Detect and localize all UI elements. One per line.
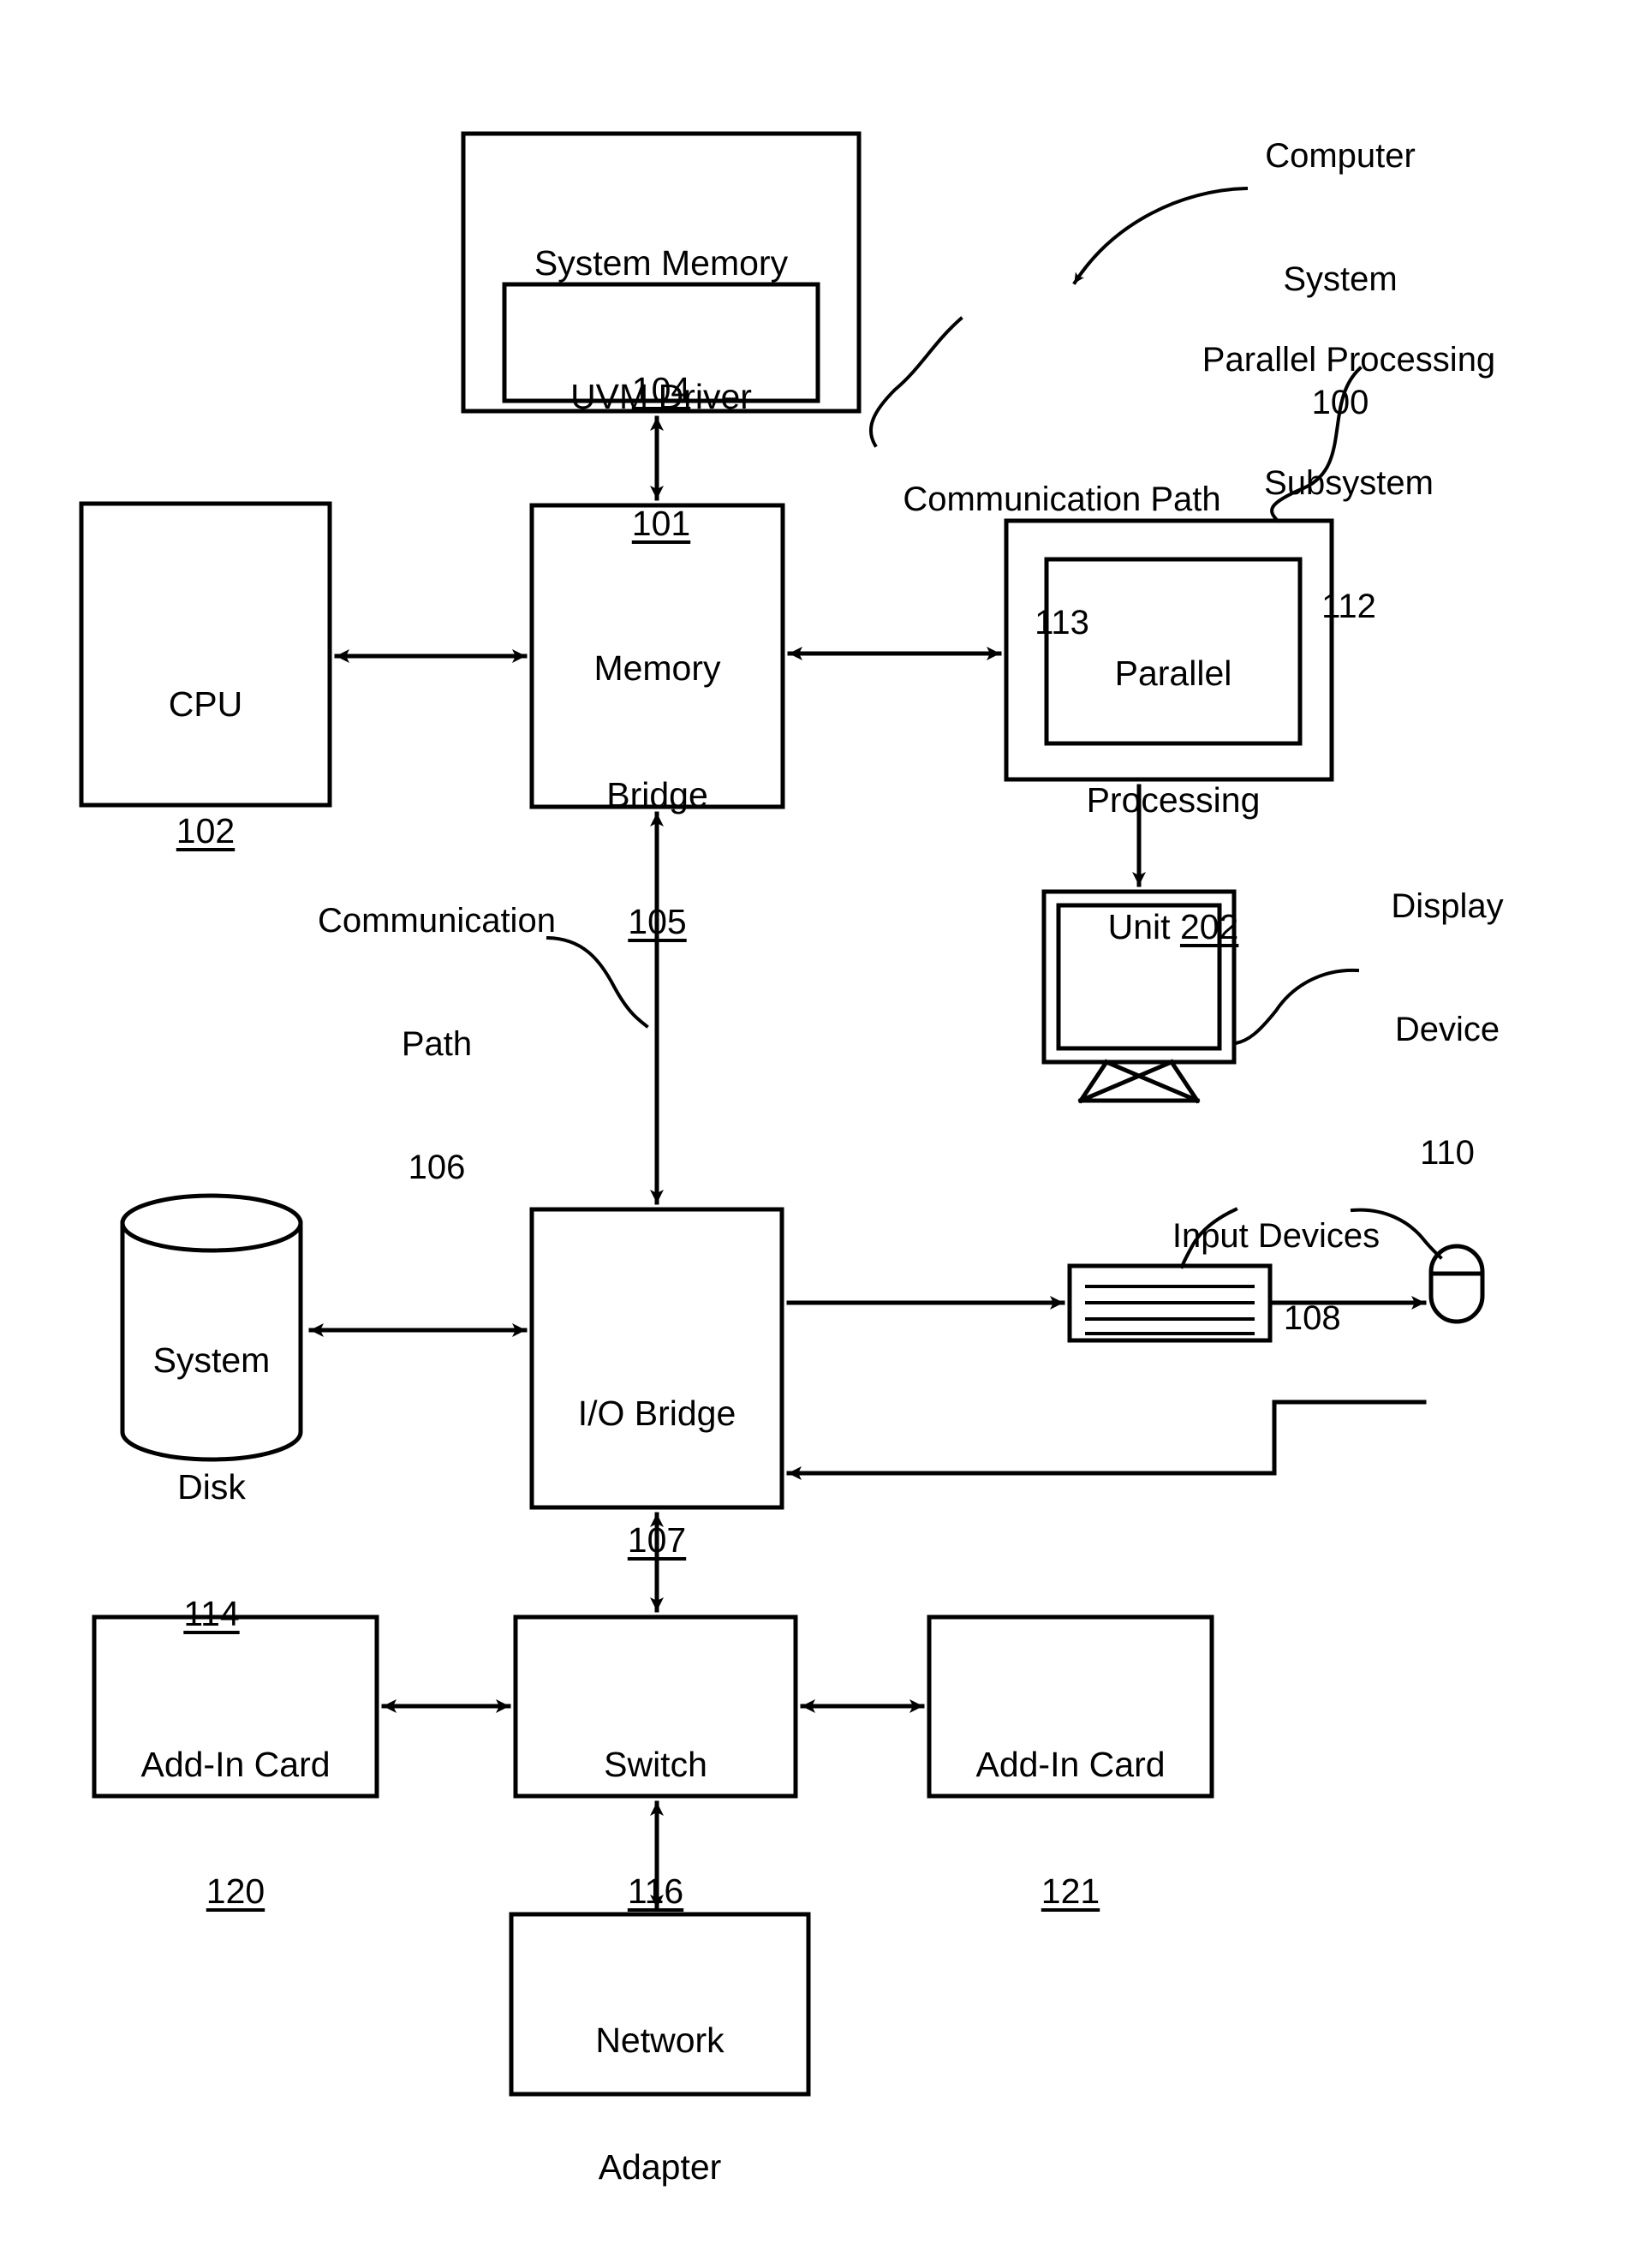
communication-path-113-callout: Communication Path 113 [856, 397, 1267, 725]
comm-path-113-ref: 113 [1035, 604, 1089, 642]
add-in-card-121-label: Add-In Card 121 [929, 1660, 1212, 1997]
add-in-card-121-ref: 121 [1041, 1871, 1100, 1911]
comm-path-113-line1: Communication Path [903, 480, 1221, 518]
system-memory-title: System Memory [534, 243, 789, 284]
comm-path-106-line1: Communication [318, 902, 556, 940]
network-adapter-title-line1: Network [595, 2020, 725, 2061]
arrow-mouse-to-io-bridge [786, 1400, 1427, 1480]
add-in-card-120-ref: 120 [206, 1871, 265, 1911]
add-in-card-120-label: Add-In Card 120 [94, 1660, 377, 1997]
io-bridge-label: I/O Bridge 107 [532, 1309, 782, 1646]
switch-title: Switch [604, 1745, 707, 1785]
patent-figure-page: System Memory 104 UVM Driver 101 CPU 102… [0, 0, 1628, 2268]
system-disk-label: System Disk 114 [122, 1256, 301, 1719]
input-devices-ref: 108 [1283, 1299, 1341, 1337]
system-disk-ref: 114 [183, 1593, 240, 1633]
io-bridge-title: I/O Bridge [577, 1394, 736, 1434]
cpu-title: CPU [168, 684, 243, 725]
ppu-title-line2: Processing [1086, 779, 1261, 820]
comm-path-106-ref: 106 [408, 1149, 466, 1186]
uvm-driver-ref: 101 [631, 503, 691, 543]
add-in-card-120-title: Add-In Card [140, 1745, 331, 1785]
system-disk-title-line2: Disk [177, 1466, 246, 1507]
figure-caption: FIG. 1 [514, 2150, 805, 2268]
system-disk-title-line1: System [152, 1340, 271, 1381]
memory-bridge-title-line1: Memory [593, 648, 721, 689]
system-disk-cylinder-top [120, 1193, 303, 1253]
comm-path-106-line2: Path [401, 1025, 473, 1063]
communication-path-106-callout: Communication Path 106 [283, 818, 591, 1270]
add-in-card-121-title: Add-In Card [975, 1745, 1166, 1785]
input-devices-callout: Input Devices 108 [1126, 1133, 1426, 1380]
ppu-unit-word: Unit [1107, 906, 1180, 946]
memory-bridge-title-line2: Bridge [606, 774, 708, 815]
pps-line1: Parallel Processing [1202, 341, 1496, 379]
switch-ref: 116 [627, 1871, 684, 1911]
io-bridge-ref: 107 [627, 1519, 687, 1560]
input-devices-line1: Input Devices [1172, 1217, 1381, 1255]
computer-system-line1: Computer [1265, 137, 1416, 175]
ppu-ref: 202 [1179, 906, 1239, 946]
display-monitor-stand [1077, 1059, 1201, 1104]
uvm-driver-title: UVM Driver [570, 377, 752, 417]
display-device-line1: Display [1391, 887, 1504, 925]
display-device-line2: Device [1394, 1011, 1500, 1048]
ppu-title-line3: Unit 202 [1047, 906, 1300, 948]
